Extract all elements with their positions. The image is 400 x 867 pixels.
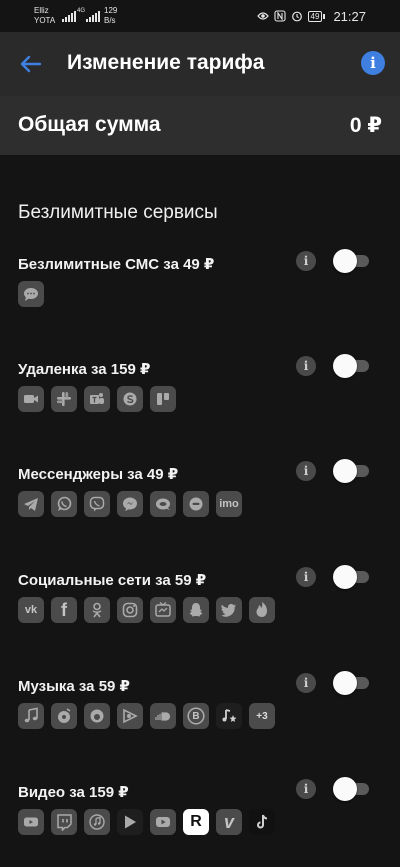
eye-icon: [256, 12, 269, 20]
speed-value: 129: [104, 6, 118, 15]
chat-bubble-icon: [150, 491, 176, 517]
app-icons: B +3: [18, 703, 275, 729]
music-star-icon: [216, 703, 242, 729]
network-type: 4G: [77, 8, 86, 14]
headphones-icon: [84, 703, 110, 729]
status-icons: 49 21:27: [256, 8, 366, 24]
nfc-icon: [273, 10, 286, 22]
speed-unit: B/s: [104, 16, 116, 25]
app-label: imo: [219, 498, 239, 510]
total-value: 0 ₽: [349, 114, 382, 137]
service-name: Социальные сети за 59 ₽: [18, 572, 207, 589]
total-panel: Общая сумма 0 ₽: [0, 96, 400, 155]
sms-icon: [18, 281, 44, 307]
service-name: Музыка за 59 ₽: [18, 678, 130, 695]
info-button[interactable]: i: [296, 779, 316, 799]
info-button[interactable]: i: [296, 567, 316, 587]
soundcloud-icon: [150, 703, 176, 729]
info-button[interactable]: i: [361, 51, 385, 75]
operator-name: Elliz YOTA: [34, 6, 55, 26]
play-music-icon: [117, 703, 143, 729]
service-remote-work: Удаленка за 159 ₽ i: [0, 354, 400, 460]
rutube-icon: R: [183, 809, 209, 835]
tinder-icon: [249, 597, 275, 623]
app-label: v: [223, 811, 234, 832]
service-name: Мессенджеры за 49 ₽: [18, 466, 179, 483]
app-label: +3: [256, 710, 268, 722]
info-button[interactable]: i: [296, 673, 316, 693]
app-icons: imo: [18, 491, 242, 517]
signal-icon: [62, 10, 76, 22]
teams-icon: [84, 386, 110, 412]
back-button[interactable]: [14, 48, 46, 80]
messenger-icon: [117, 491, 143, 517]
total-label: Общая сумма: [18, 113, 161, 136]
service-video: Видео за 159 ₽ i R v: [0, 777, 400, 867]
trello-icon: [150, 386, 176, 412]
instagram-icon: [117, 597, 143, 623]
alarm-icon: [291, 11, 302, 22]
service-unlimited-sms: Безлимитные СМС за 49 ₽ i: [0, 249, 400, 355]
app-icons: R v: [18, 809, 275, 835]
operator-line-1: Elliz: [34, 6, 49, 15]
operator-line-2: YOTA: [34, 16, 56, 25]
video-play-icon: [150, 809, 176, 835]
app-icons: vk f: [18, 597, 275, 623]
music-player-icon: [51, 703, 77, 729]
page-title: Изменение тарифа: [67, 51, 265, 74]
status-bar: Elliz YOTA 4G 129 B/s 49 21:27: [0, 0, 400, 32]
service-toggle[interactable]: [333, 249, 371, 273]
youtube-icon: [18, 809, 44, 835]
service-toggle[interactable]: [333, 565, 371, 589]
service-social-networks: Социальные сети за 59 ₽ i vk f: [0, 565, 400, 671]
itunes-icon: [84, 809, 110, 835]
service-messengers: Мессенджеры за 49 ₽ i imo: [0, 459, 400, 565]
more-apps-icon: +3: [249, 703, 275, 729]
info-button[interactable]: i: [296, 251, 316, 271]
battery-level: 49: [307, 10, 323, 22]
service-toggle[interactable]: [333, 671, 371, 695]
service-name: Удаленка за 159 ₽: [18, 361, 151, 378]
twitter-icon: [216, 597, 242, 623]
service-toggle[interactable]: [333, 354, 371, 378]
slack-icon: [51, 386, 77, 412]
service-toggle[interactable]: [333, 777, 371, 801]
tv-icon: [150, 597, 176, 623]
imo-icon: imo: [216, 491, 242, 517]
app-icons: [18, 281, 44, 307]
app-label: R: [190, 813, 202, 830]
twitch-icon: [51, 809, 77, 835]
app-label: f: [61, 599, 67, 620]
vk-icon: vk: [18, 597, 44, 623]
arrow-left-icon: [20, 55, 41, 73]
service-name: Видео за 159 ₽: [18, 784, 129, 801]
skype-icon: [117, 386, 143, 412]
app-bar: Изменение тарифа i: [0, 32, 400, 96]
section-title: Безлимитные сервисы: [18, 202, 218, 223]
app-icons: [18, 386, 176, 412]
battery-icon: 49: [307, 10, 326, 22]
service-music: Музыка за 59 ₽ i B +3: [0, 671, 400, 777]
telegram-icon: [18, 491, 44, 517]
service-name: Безлимитные СМС за 49 ₽: [18, 256, 215, 273]
odnoklassniki-icon: [84, 597, 110, 623]
facebook-icon: f: [51, 597, 77, 623]
service-toggle[interactable]: [333, 459, 371, 483]
vimeo-icon: v: [216, 809, 242, 835]
signal-icon: [86, 10, 100, 22]
info-button[interactable]: i: [296, 356, 316, 376]
video-camera-icon: [18, 386, 44, 412]
info-button[interactable]: i: [296, 461, 316, 481]
messenger-alt-icon: [183, 491, 209, 517]
whatsapp-icon: [51, 491, 77, 517]
play-store-icon: [117, 809, 143, 835]
snapchat-icon: [183, 597, 209, 623]
clock: 21:27: [333, 8, 366, 24]
network-speed: 129 B/s: [104, 6, 117, 26]
boom-icon: B: [183, 703, 209, 729]
music-note-icon: [18, 703, 44, 729]
app-label: vk: [24, 604, 38, 616]
viber-icon: [84, 491, 110, 517]
tiktok-icon: [249, 809, 275, 835]
